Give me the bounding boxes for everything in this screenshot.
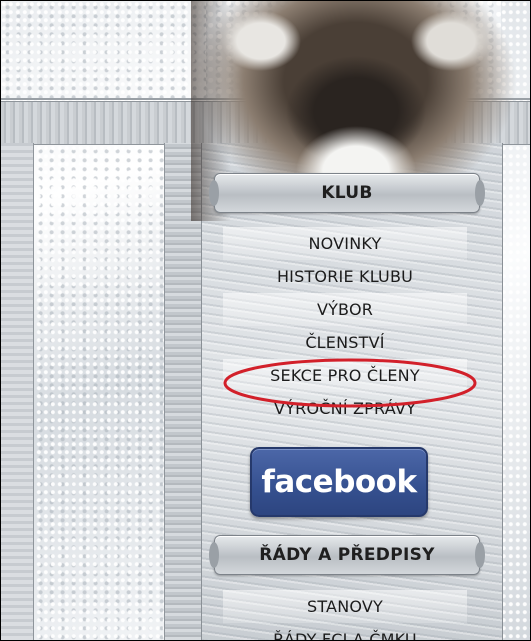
- menu-item-label: SEKCE PRO ČLENY: [270, 366, 420, 385]
- rady-menu-list: STANOVY ŘÁDY FCI A ČMKU: [223, 590, 467, 641]
- menu-item-label: ČLENSTVÍ: [305, 333, 385, 352]
- menu-heading-klub-label: KLUB: [321, 183, 373, 203]
- menu-item-label: NOVINKY: [308, 234, 382, 253]
- klub-menu-list: NOVINKY HISTORIE KLUBU VÝBOR ČLENSTVÍ SE…: [223, 227, 467, 425]
- menu-item-rady-fci-a-cmku[interactable]: ŘÁDY FCI A ČMKU: [223, 623, 467, 641]
- wooden-post-far-left: [1, 143, 34, 640]
- page-frame: KLUB NOVINKY HISTORIE KLUBU VÝBOR ČLENST…: [0, 0, 531, 641]
- menu-item-label: VÝROČNÍ ZPRÁVY: [274, 399, 416, 418]
- menu-item-clenstvi[interactable]: ČLENSTVÍ: [223, 326, 467, 359]
- menu-item-label: HISTORIE KLUBU: [276, 267, 414, 286]
- menu-heading-klub: KLUB: [209, 173, 485, 213]
- menu-item-vybor[interactable]: VÝBOR: [223, 293, 467, 326]
- menu-item-historie-klubu[interactable]: HISTORIE KLUBU: [223, 260, 467, 293]
- facebook-label: facebook: [261, 464, 417, 500]
- menu-item-novinky[interactable]: NOVINKY: [223, 227, 467, 260]
- menu-item-vyrocni-zpravy[interactable]: VÝROČNÍ ZPRÁVY: [223, 392, 467, 425]
- menu-item-label: STANOVY: [306, 597, 384, 616]
- menu-item-label: VÝBOR: [316, 300, 374, 319]
- menu-heading-rady-label: ŘÁDY A PŘEDPISY: [259, 545, 435, 565]
- menu-item-stanovy[interactable]: STANOVY: [223, 590, 467, 623]
- facebook-button[interactable]: facebook: [250, 447, 428, 517]
- menu-heading-rady-a-predpisy: ŘÁDY A PŘEDPISY: [209, 535, 485, 575]
- menu-item-label: ŘÁDY FCI A ČMKU: [273, 630, 417, 641]
- menu-item-sekce-pro-cleny[interactable]: SEKCE PRO ČLENY: [223, 359, 467, 392]
